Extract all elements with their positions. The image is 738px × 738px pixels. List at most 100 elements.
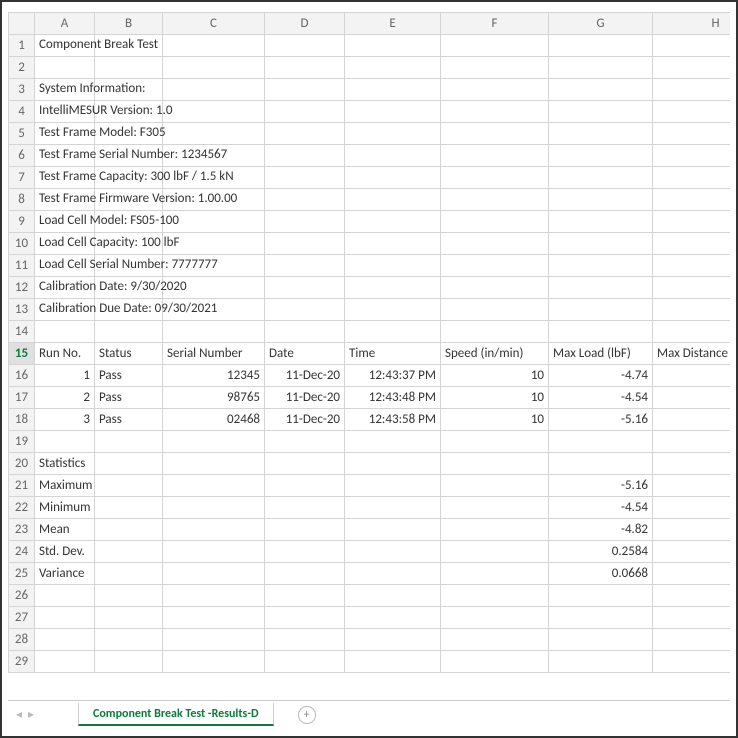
header-time[interactable]: Time — [345, 343, 441, 365]
cell[interactable] — [441, 79, 549, 101]
cell-maxdist[interactable]: 0.365 — [653, 387, 731, 409]
cell[interactable] — [441, 321, 549, 343]
row-header[interactable]: 21 — [9, 475, 35, 497]
cell[interactable] — [653, 277, 731, 299]
cell[interactable] — [345, 475, 441, 497]
cell[interactable] — [265, 277, 345, 299]
cell[interactable] — [653, 299, 731, 321]
stat-maxload[interactable]: -4.54 — [549, 497, 653, 519]
system-info-cell[interactable]: Load Cell Serial Number: 7777777 — [35, 255, 95, 277]
stat-label[interactable]: Mean — [35, 519, 95, 541]
row-header[interactable]: 16 — [9, 365, 35, 387]
cell[interactable] — [549, 167, 653, 189]
cell[interactable] — [441, 167, 549, 189]
cell[interactable] — [265, 189, 345, 211]
cell[interactable] — [441, 497, 549, 519]
row-header[interactable]: 5 — [9, 123, 35, 145]
row-header[interactable]: 4 — [9, 101, 35, 123]
row-header[interactable]: 28 — [9, 629, 35, 651]
row-header[interactable]: 25 — [9, 563, 35, 585]
cell[interactable] — [163, 57, 265, 79]
cell[interactable] — [95, 431, 163, 453]
system-info-cell[interactable]: IntelliMESUR Version: 1.0 — [35, 101, 95, 123]
row-header[interactable]: 18 — [9, 409, 35, 431]
cell[interactable] — [345, 101, 441, 123]
cell-maxload[interactable]: -5.16 — [549, 409, 653, 431]
cell[interactable] — [549, 651, 653, 673]
cell[interactable] — [265, 519, 345, 541]
row-header[interactable]: 10 — [9, 233, 35, 255]
cell[interactable] — [163, 585, 265, 607]
cell[interactable] — [549, 211, 653, 233]
cell[interactable] — [549, 145, 653, 167]
cell[interactable] — [441, 585, 549, 607]
cell[interactable] — [441, 145, 549, 167]
cell[interactable] — [265, 101, 345, 123]
cell[interactable] — [549, 607, 653, 629]
cell-maxdist[interactable]: 0.375 — [653, 409, 731, 431]
cell[interactable] — [441, 651, 549, 673]
cell-run[interactable]: 2 — [35, 387, 95, 409]
cell-status[interactable]: Pass — [95, 387, 163, 409]
cell[interactable] — [653, 79, 731, 101]
cell[interactable] — [653, 629, 731, 651]
stat-maxdist[interactable]: 0.365 — [653, 497, 731, 519]
cell[interactable] — [653, 145, 731, 167]
col-header-F[interactable]: F — [441, 13, 549, 35]
cell[interactable] — [549, 321, 653, 343]
row-header[interactable]: 14 — [9, 321, 35, 343]
cell[interactable] — [441, 35, 549, 57]
cell[interactable] — [345, 277, 441, 299]
cell[interactable] — [95, 541, 163, 563]
cell-maxload[interactable]: -4.74 — [549, 365, 653, 387]
cell-run[interactable]: 3 — [35, 409, 95, 431]
cell[interactable] — [265, 299, 345, 321]
system-info-cell[interactable]: Calibration Date: 9/30/2020 — [35, 277, 95, 299]
cell[interactable] — [549, 79, 653, 101]
cell-serial[interactable]: 12345 — [163, 365, 265, 387]
cell[interactable] — [345, 585, 441, 607]
header-run[interactable]: Run No. — [35, 343, 95, 365]
cell[interactable] — [653, 57, 731, 79]
cell-run[interactable]: 1 — [35, 365, 95, 387]
cell[interactable] — [653, 431, 731, 453]
cell[interactable] — [345, 255, 441, 277]
cell[interactable] — [163, 431, 265, 453]
cell[interactable] — [653, 585, 731, 607]
cell-maxdist[interactable]: 0.3805 — [653, 365, 731, 387]
cell[interactable] — [441, 519, 549, 541]
cell[interactable] — [441, 431, 549, 453]
stat-maxload[interactable]: -4.82 — [549, 519, 653, 541]
stat-label[interactable]: Minimum — [35, 497, 95, 519]
stat-maxdist[interactable]: 0.0064 — [653, 541, 731, 563]
row-header[interactable]: 1 — [9, 35, 35, 57]
stat-maxdist[interactable]: 0.3805 — [653, 475, 731, 497]
cell[interactable] — [441, 299, 549, 321]
row-header[interactable]: 2 — [9, 57, 35, 79]
add-sheet-button[interactable]: + — [298, 706, 316, 724]
row-header[interactable]: 6 — [9, 145, 35, 167]
cell[interactable] — [345, 651, 441, 673]
cell[interactable] — [345, 123, 441, 145]
cell[interactable] — [95, 453, 163, 475]
cell[interactable] — [265, 233, 345, 255]
row-header[interactable]: 22 — [9, 497, 35, 519]
cell[interactable] — [345, 299, 441, 321]
cell[interactable] — [35, 57, 95, 79]
cell[interactable] — [441, 211, 549, 233]
cell[interactable] — [441, 255, 549, 277]
cell[interactable] — [163, 563, 265, 585]
cell[interactable] — [441, 189, 549, 211]
cell-time[interactable]: 12:43:37 PM — [345, 365, 441, 387]
cell[interactable] — [95, 651, 163, 673]
cell-speed[interactable]: 10 — [441, 365, 549, 387]
cell[interactable] — [441, 475, 549, 497]
cell[interactable] — [549, 233, 653, 255]
row-header[interactable]: 9 — [9, 211, 35, 233]
cell[interactable] — [35, 321, 95, 343]
cell[interactable] — [441, 563, 549, 585]
cell[interactable] — [163, 519, 265, 541]
cell[interactable] — [345, 167, 441, 189]
cell[interactable] — [163, 123, 265, 145]
col-header-H[interactable]: H — [653, 13, 731, 35]
